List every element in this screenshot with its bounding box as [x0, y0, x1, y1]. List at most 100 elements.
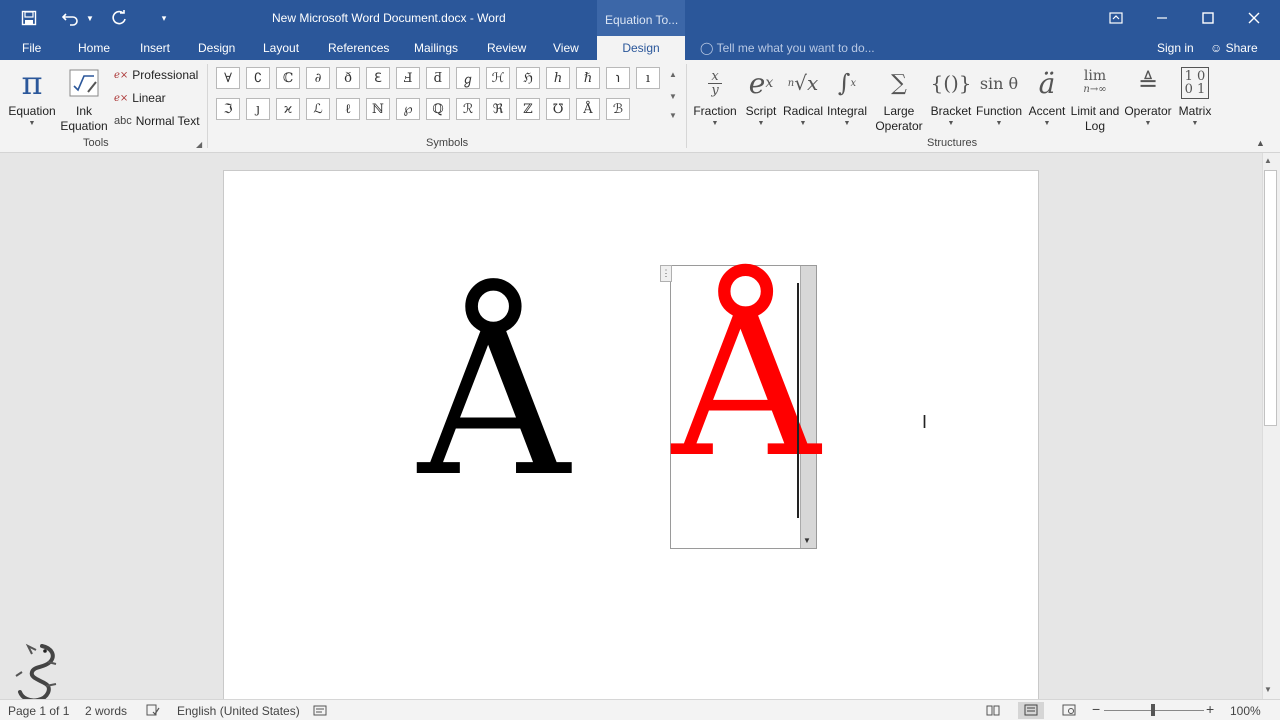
scrollbar-thumb[interactable]	[1264, 170, 1277, 426]
script-button[interactable]: ex Script ▼	[741, 62, 781, 128]
equation-button[interactable]: π Equation ▼	[6, 62, 58, 127]
customize-qat-icon[interactable]: ▾	[156, 6, 172, 30]
integral-button[interactable]: ∫ x Integral ▼	[825, 62, 869, 127]
tab-equation-design[interactable]: Design	[597, 36, 685, 60]
gallery-more-icon[interactable]: ▼	[667, 111, 679, 120]
document-area	[0, 153, 1262, 710]
tab-file[interactable]: File	[22, 41, 41, 55]
limit-and-log-button[interactable]: lim n→∞ Limit and Log	[1068, 62, 1122, 134]
symbol-button[interactable]: ℕ	[366, 98, 390, 120]
symbol-button[interactable]: ℏ	[576, 67, 600, 89]
symbol-button[interactable]: ℎ	[546, 67, 570, 89]
symbol-button[interactable]: ℒ	[306, 98, 330, 120]
share-label: Share	[1225, 41, 1258, 55]
symbol-button[interactable]: ℜ	[486, 98, 510, 120]
word-count[interactable]: 2 words	[85, 704, 127, 718]
radical-icon: n √x	[787, 71, 819, 95]
equation-options-dropdown-icon[interactable]: ▼	[803, 536, 811, 545]
accent-button[interactable]: ä Accent ▼	[1026, 62, 1068, 128]
matrix-icon: 1 00 1	[1174, 62, 1216, 104]
save-icon[interactable]	[18, 6, 40, 30]
tab-design[interactable]: Design	[198, 41, 235, 55]
gallery-down-icon[interactable]: ▼	[667, 92, 679, 101]
tab-mailings[interactable]: Mailings	[414, 41, 458, 55]
fraction-button[interactable]: xy Fraction ▼	[692, 62, 738, 128]
symbol-button[interactable]: ℧	[546, 98, 570, 120]
share-button[interactable]: ☺ Share	[1210, 41, 1258, 55]
ink-equation-button[interactable]: Ink Equation	[58, 62, 110, 134]
scroll-up-icon[interactable]: ▲	[1264, 156, 1272, 165]
status-bar: Page 1 of 1 2 words English (United Stat…	[0, 699, 1280, 720]
professional-button[interactable]: e× Professional	[114, 68, 198, 82]
symbol-button[interactable]: ȷ	[246, 98, 270, 120]
symbol-button[interactable]: ℇ	[366, 67, 390, 89]
symbol-button[interactable]: ℘	[396, 98, 420, 120]
redo-icon[interactable]	[108, 6, 130, 30]
zoom-slider-thumb[interactable]	[1151, 704, 1155, 716]
linear-button[interactable]: e× Linear	[114, 91, 166, 105]
symbol-button[interactable]: ℤ	[516, 98, 540, 120]
sign-in-link[interactable]: Sign in	[1157, 41, 1194, 55]
symbol-button[interactable]: ℓ	[336, 98, 360, 120]
symbol-button[interactable]: ℋ	[486, 67, 510, 89]
page-count[interactable]: Page 1 of 1	[8, 704, 69, 718]
tab-insert[interactable]: Insert	[140, 41, 170, 55]
symbol-button[interactable]: ℚ	[426, 98, 450, 120]
symbol-button[interactable]: ϰ	[276, 98, 300, 120]
maximize-icon[interactable]	[1188, 4, 1228, 32]
function-button[interactable]: sin θ Function ▼	[974, 62, 1024, 128]
symbol-button[interactable]: Ⅎ	[396, 67, 420, 89]
undo-icon[interactable]	[60, 6, 82, 30]
document-page[interactable]	[223, 170, 1039, 710]
radical-button[interactable]: n √x Radical ▼	[783, 62, 823, 127]
tab-references[interactable]: References	[328, 41, 389, 55]
symbol-button[interactable]: ℊ	[456, 67, 480, 89]
proofing-icon[interactable]	[146, 704, 160, 719]
symbol-button[interactable]: ℑ	[216, 98, 240, 120]
chevron-down-icon: ▼	[757, 120, 765, 127]
language[interactable]: English (United States)	[177, 704, 300, 718]
minimize-icon[interactable]	[1142, 4, 1182, 32]
operator-button[interactable]: ≜ Operator ▼	[1124, 62, 1172, 127]
read-mode-icon[interactable]	[986, 704, 1000, 719]
equation-handle-icon[interactable]: ⋮	[660, 265, 672, 282]
symbol-button[interactable]: ℬ	[606, 98, 630, 120]
zoom-level[interactable]: 100%	[1230, 704, 1261, 718]
symbol-button[interactable]: ℛ	[456, 98, 480, 120]
operator-icon: ≜	[1137, 69, 1159, 97]
symbol-button[interactable]: ℌ	[516, 67, 540, 89]
symbol-button[interactable]: ı	[636, 67, 660, 89]
zoom-out-icon[interactable]: −	[1092, 701, 1100, 717]
symbol-button[interactable]: ∂	[306, 67, 330, 89]
symbol-button[interactable]: ð	[336, 67, 360, 89]
symbol-button[interactable]: Å	[576, 98, 600, 120]
web-layout-icon[interactable]	[1062, 704, 1076, 719]
tab-layout[interactable]: Layout	[263, 41, 299, 55]
collapse-ribbon-icon[interactable]: ▲	[1256, 138, 1265, 148]
symbol-button[interactable]: ℂ	[276, 67, 300, 89]
scroll-down-icon[interactable]: ▼	[1264, 685, 1272, 694]
matrix-button[interactable]: 1 00 1 Matrix ▼	[1174, 62, 1216, 127]
symbol-button[interactable]: ℩	[606, 67, 630, 89]
gallery-up-icon[interactable]: ▲	[667, 70, 679, 79]
tab-view[interactable]: View	[553, 41, 579, 55]
tell-me-search[interactable]: ◯ Tell me what you want to do...	[700, 41, 875, 55]
macro-icon[interactable]	[313, 704, 327, 719]
zoom-in-icon[interactable]: +	[1206, 701, 1214, 717]
symbol-button[interactable]: ƌ	[426, 67, 450, 89]
large-operator-button[interactable]: ∑ Large Operator	[870, 62, 928, 134]
ribbon-display-icon[interactable]	[1096, 4, 1136, 32]
group-divider	[207, 64, 208, 148]
tab-home[interactable]: Home	[78, 41, 110, 55]
undo-dropdown-icon[interactable]: ▼	[84, 6, 96, 30]
symbol-button[interactable]: ∀	[216, 67, 240, 89]
tab-review[interactable]: Review	[487, 41, 526, 55]
close-icon[interactable]	[1234, 4, 1274, 32]
normal-text-button[interactable]: abc Normal Text	[114, 114, 200, 128]
symbols-group-label: Symbols	[426, 137, 469, 149]
dialog-launcher-icon[interactable]: ◢	[196, 140, 202, 149]
symbols-gallery: ∀ ∁ ℂ ∂ ð ℇ Ⅎƌ ℊ ℋ ℌℎ ℏ ℩ ı ℑȷ ϰ ℒℓ ℕ ℘ ℚ ℛ ℜ ℤ ℧ Å ℬ	[213, 67, 665, 129]
symbol-button[interactable]: ∁	[246, 67, 270, 89]
print-layout-icon[interactable]	[1018, 702, 1044, 719]
bracket-button[interactable]: {()} Bracket ▼	[930, 62, 972, 127]
